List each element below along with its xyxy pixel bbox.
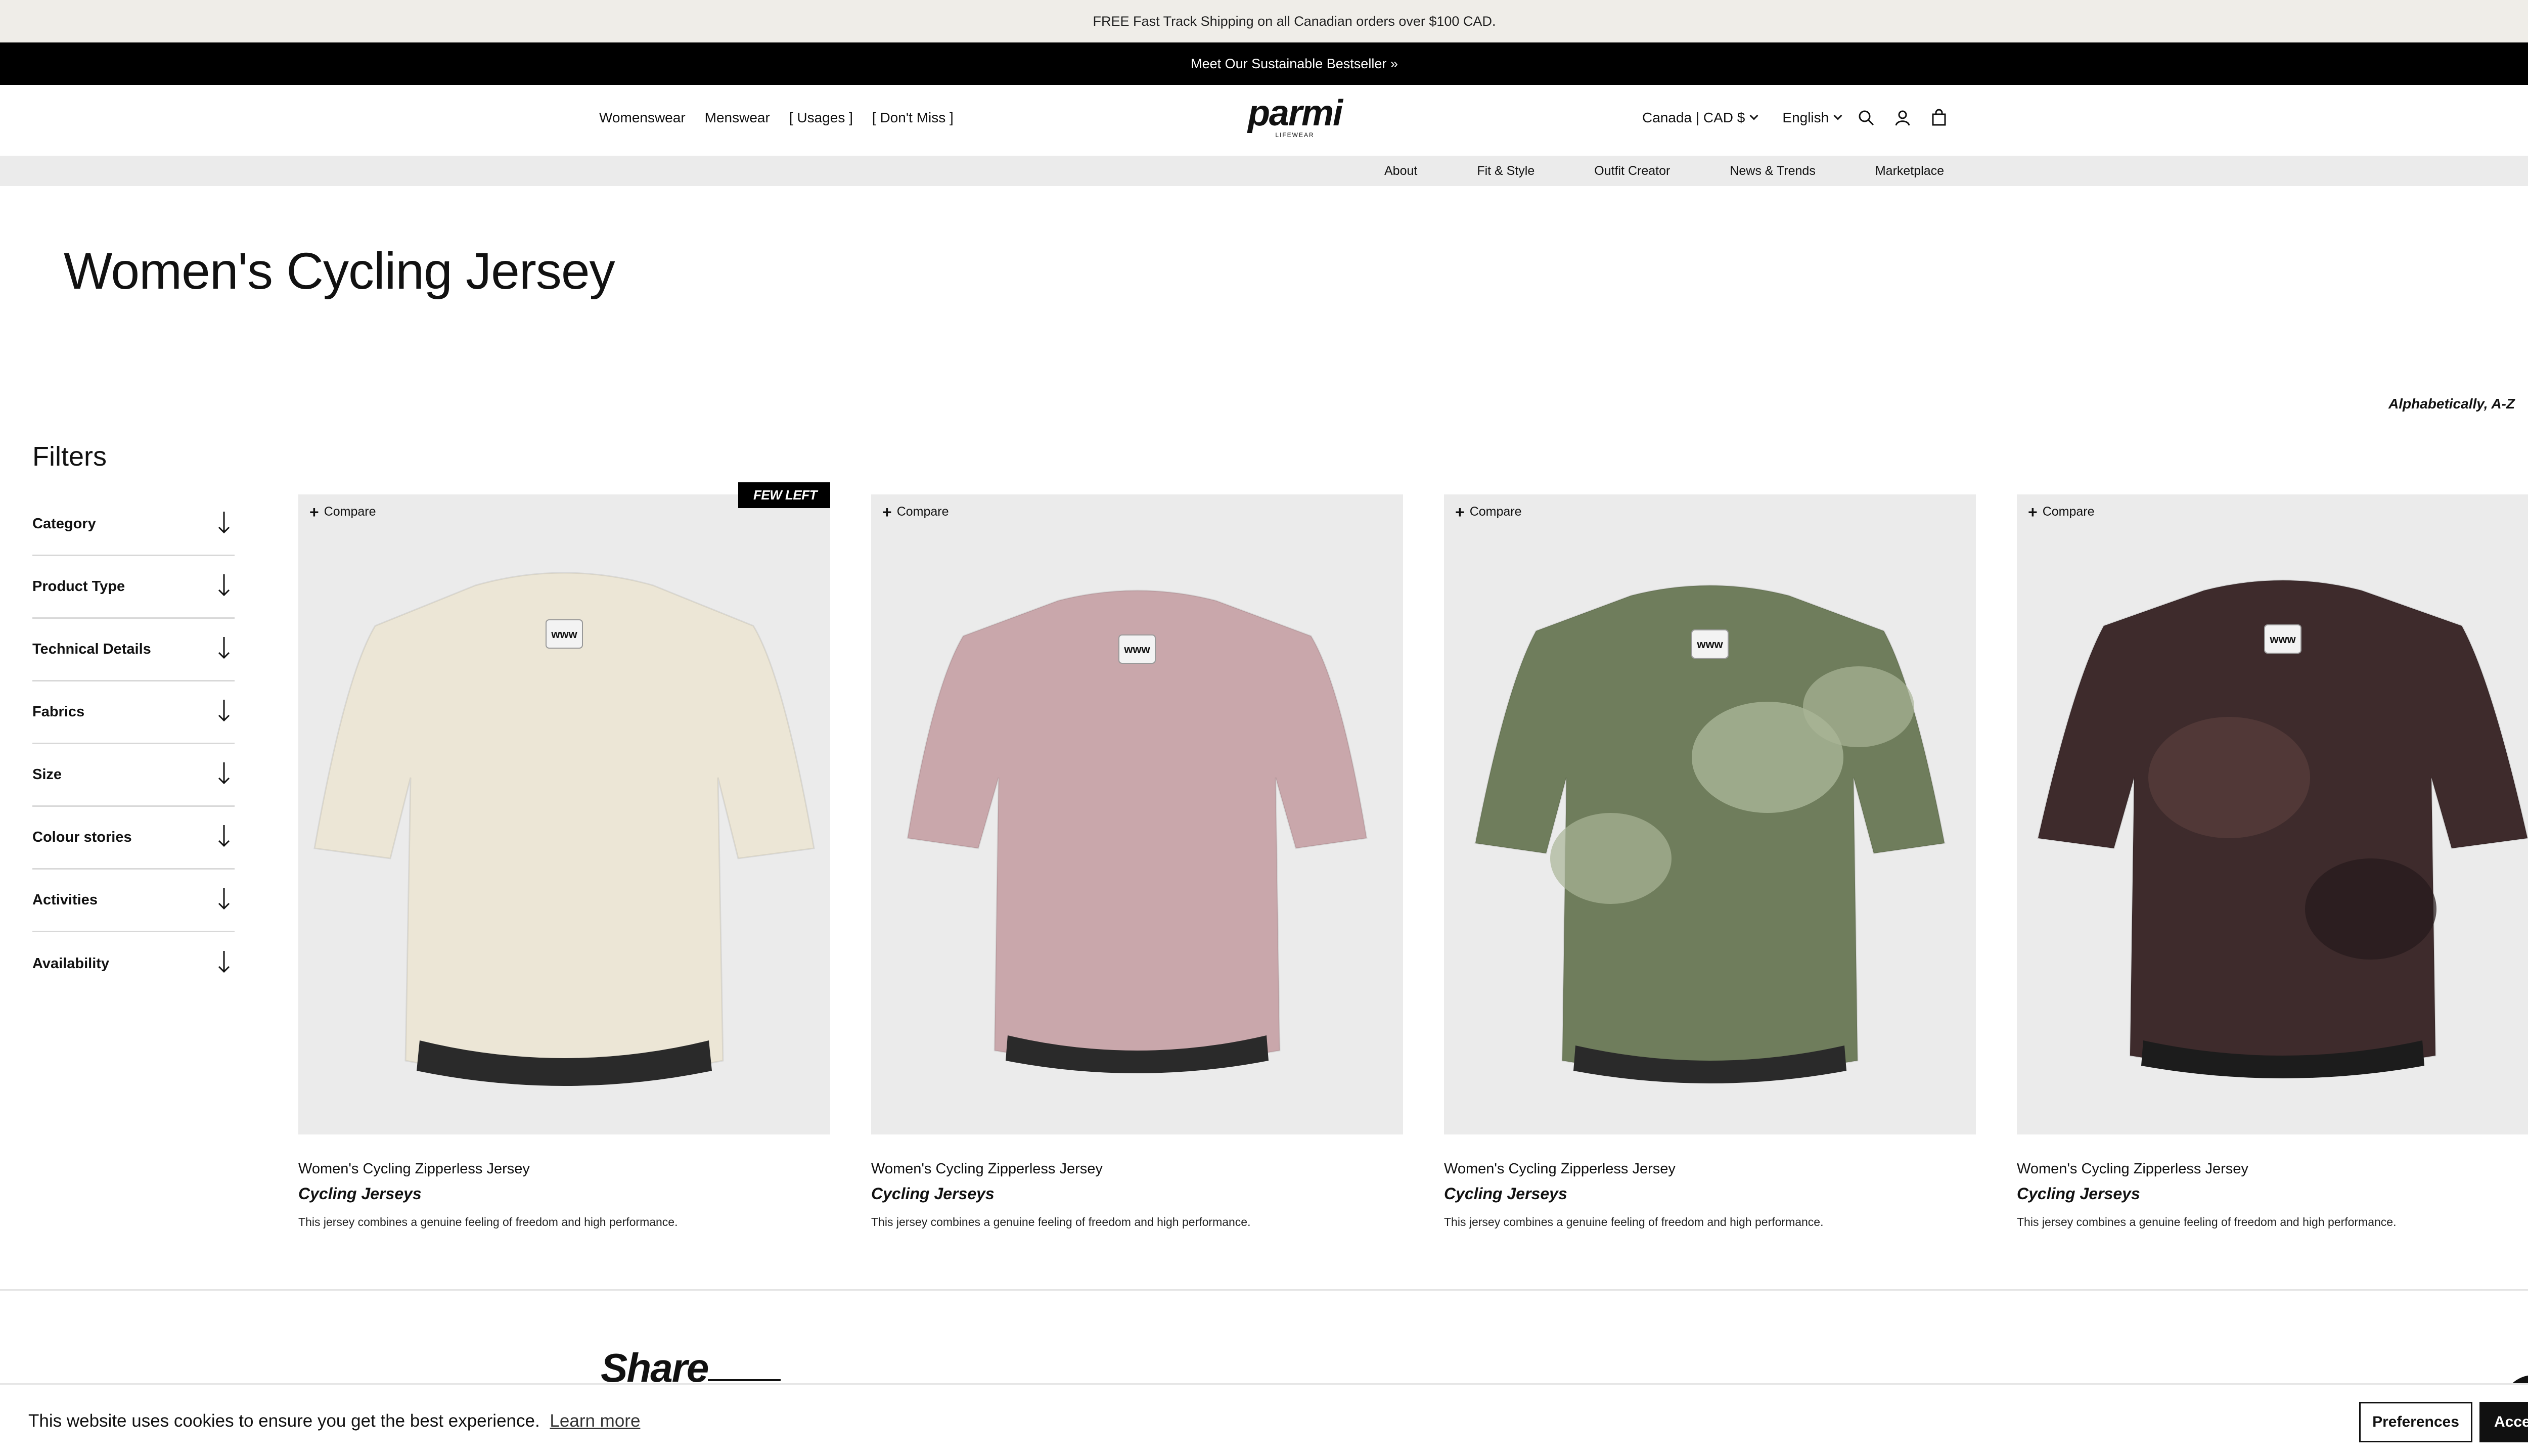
nav-womenswear[interactable]: Womenswear xyxy=(599,110,686,126)
filter-list: Category Product Type Technical Details … xyxy=(32,493,235,995)
filter-label: Size xyxy=(32,766,62,783)
product-description: This jersey combines a genuine feeling o… xyxy=(1444,1215,1824,1228)
svg-text:www: www xyxy=(1696,638,1723,651)
product-image[interactable]: + Compare www xyxy=(871,494,1403,1134)
preferences-button[interactable]: Preferences xyxy=(2359,1402,2472,1442)
product-description: This jersey combines a genuine feeling o… xyxy=(298,1215,678,1228)
product-description: This jersey combines a genuine feeling o… xyxy=(871,1215,1251,1228)
main-nav: Womenswear Menswear [ Usages ] [ Don't M… xyxy=(599,85,954,151)
product-card[interactable]: + Compare FEW LEFT www Women's Cycling Zi… xyxy=(298,482,830,1229)
product-category: Cycling Jerseys xyxy=(871,1185,995,1203)
jersey-image: www xyxy=(2037,579,2528,1078)
arrow-down-icon xyxy=(217,511,231,538)
jersey-image: www xyxy=(1474,584,1946,1083)
utility-nav: Canada | CAD $ English xyxy=(1642,85,1950,151)
product-card[interactable]: + Compare www Women's Cycling Zipperless … xyxy=(1444,494,1976,1229)
arrow-down-icon xyxy=(217,636,231,663)
cookie-message: This website uses cookies to ensure you … xyxy=(28,1411,640,1431)
product-card[interactable]: + Compare www Women's Cycling Zipperless … xyxy=(2017,494,2528,1229)
filter-availability[interactable]: Availability xyxy=(32,932,235,995)
sort-selector[interactable]: Alphabetically, A-Z xyxy=(2388,388,2528,419)
product-image[interactable]: + Compare www xyxy=(2017,494,2528,1134)
jersey-image: www xyxy=(907,589,1368,1073)
share-underline xyxy=(708,1379,781,1381)
product-name[interactable]: Women's Cycling Zipperless Jersey xyxy=(1444,1161,1976,1177)
svg-text:www: www xyxy=(551,628,577,641)
product-name[interactable]: Women's Cycling Zipperless Jersey xyxy=(298,1161,830,1177)
filter-fabrics[interactable]: Fabrics xyxy=(32,681,235,744)
language-selector[interactable]: English xyxy=(1782,110,1842,126)
subnav-marketplace[interactable]: Marketplace xyxy=(1875,164,1944,178)
nav-usages[interactable]: [ Usages ] xyxy=(789,110,853,126)
filter-label: Activities xyxy=(32,892,98,908)
cookie-text: This website uses cookies to ensure you … xyxy=(28,1411,540,1431)
product-category: Cycling Jerseys xyxy=(2017,1185,2140,1203)
filters-title: Filters xyxy=(32,441,107,472)
filter-label: Product Type xyxy=(32,578,125,595)
secondary-nav: About Fit & Style Outfit Creator News & … xyxy=(0,156,2528,186)
svg-text:www: www xyxy=(2269,633,2296,646)
subnav-news-trends[interactable]: News & Trends xyxy=(1730,164,1816,178)
filter-label: Category xyxy=(32,516,96,532)
announcement-link[interactable]: Meet Our Sustainable Bestseller » xyxy=(1191,56,1398,72)
section-divider xyxy=(0,1289,2528,1291)
product-image[interactable]: + Compare FEW LEFT www xyxy=(298,482,830,1134)
accept-button[interactable]: Accept xyxy=(2479,1402,2528,1442)
arrow-down-icon xyxy=(217,824,231,851)
subnav-outfit-creator[interactable]: Outfit Creator xyxy=(1594,164,1670,178)
filter-size[interactable]: Size xyxy=(32,744,235,807)
product-category: Cycling Jerseys xyxy=(298,1185,422,1203)
svg-text:www: www xyxy=(1123,643,1150,656)
chevron-down-icon xyxy=(1833,111,1842,120)
search-icon[interactable] xyxy=(1855,107,1877,129)
jersey-image: www xyxy=(313,572,815,1086)
filter-label: Fabrics xyxy=(32,704,85,720)
product-image[interactable]: + Compare www xyxy=(1444,494,1976,1134)
announcement-bar[interactable]: Meet Our Sustainable Bestseller » xyxy=(0,42,2528,85)
filter-technical-details[interactable]: Technical Details xyxy=(32,619,235,681)
product-category: Cycling Jerseys xyxy=(1444,1185,1567,1203)
site-logo[interactable]: parmi LIFEWEAR xyxy=(1242,93,1348,142)
page-title: Women's Cycling Jersey xyxy=(64,242,615,300)
arrow-down-icon xyxy=(217,761,231,789)
sort-label: Alphabetically, A-Z xyxy=(2388,395,2515,412)
filter-label: Availability xyxy=(32,955,110,972)
filter-category[interactable]: Category xyxy=(32,493,235,556)
arrow-down-icon xyxy=(217,699,231,726)
product-name[interactable]: Women's Cycling Zipperless Jersey xyxy=(871,1161,1403,1177)
filter-activities[interactable]: Activities xyxy=(32,870,235,932)
region-selector[interactable]: Canada | CAD $ xyxy=(1642,110,1758,126)
arrow-down-icon xyxy=(217,950,231,977)
subnav-about[interactable]: About xyxy=(1384,164,1417,178)
bag-icon[interactable] xyxy=(1928,107,1950,129)
chevron-down-icon xyxy=(1749,111,1758,120)
product-card[interactable]: + Compare www Women's Cycling Zipperless … xyxy=(871,494,1403,1229)
promo-text: FREE Fast Track Shipping on all Canadian… xyxy=(1093,13,1496,29)
product-name[interactable]: Women's Cycling Zipperless Jersey xyxy=(2017,1161,2528,1177)
subnav-fit-style[interactable]: Fit & Style xyxy=(1477,164,1534,178)
promo-bar: FREE Fast Track Shipping on all Canadian… xyxy=(0,0,2528,42)
language-label: English xyxy=(1782,110,1829,125)
filter-label: Technical Details xyxy=(32,641,151,657)
filter-colour-stories[interactable]: Colour stories xyxy=(32,807,235,870)
arrow-down-icon xyxy=(217,887,231,914)
product-description: This jersey combines a genuine feeling o… xyxy=(2017,1215,2397,1228)
learn-more-link[interactable]: Learn more xyxy=(550,1411,640,1431)
filter-label: Colour stories xyxy=(32,829,132,845)
filter-product-type[interactable]: Product Type xyxy=(32,556,235,619)
cookie-banner: This website uses cookies to ensure you … xyxy=(0,1383,2528,1456)
region-label: Canada | CAD $ xyxy=(1642,110,1745,125)
site-header: Womenswear Menswear [ Usages ] [ Don't M… xyxy=(0,85,2528,156)
arrow-down-icon xyxy=(217,573,231,601)
account-icon[interactable] xyxy=(1891,107,1914,129)
nav-dont-miss[interactable]: [ Don't Miss ] xyxy=(872,110,954,126)
logo-word: parmi xyxy=(1247,93,1343,133)
nav-menswear[interactable]: Menswear xyxy=(705,110,770,126)
